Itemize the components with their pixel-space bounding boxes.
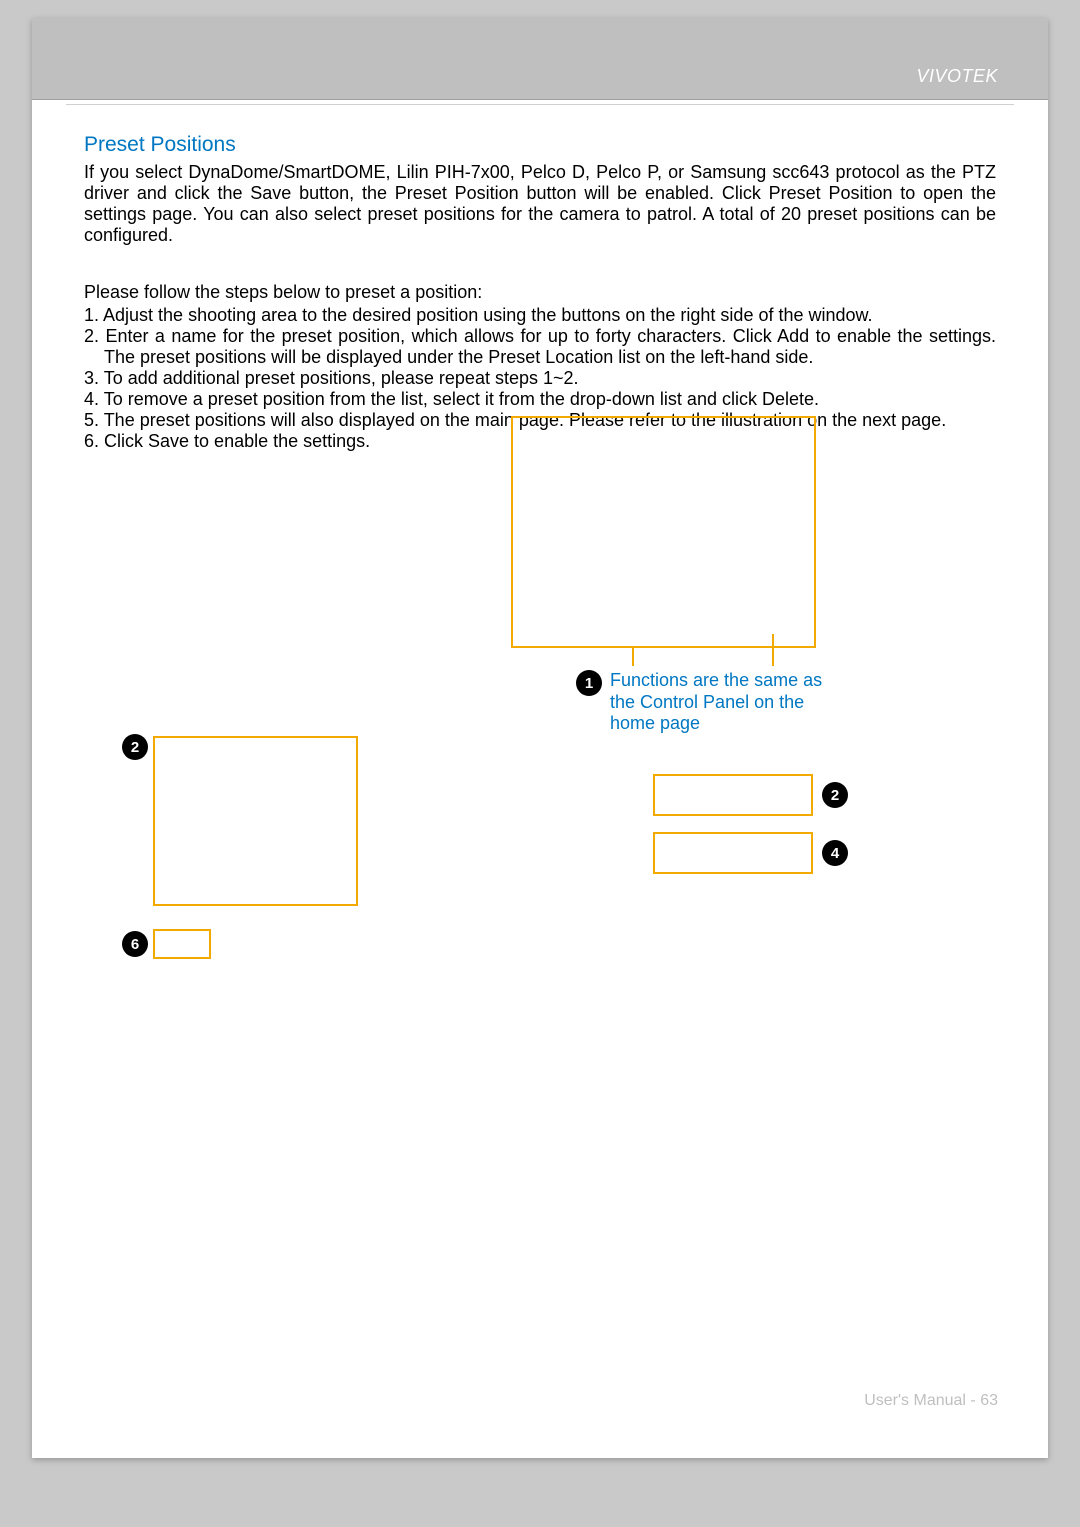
connector-line [632,648,634,666]
steps-intro: Please follow the steps below to preset … [84,282,996,303]
page-header-bar: VIVOTEK [32,18,1048,100]
list-item: 4. To remove a preset position from the … [84,389,996,410]
callout-badge-6: 6 [122,931,148,957]
brand-label: VIVOTEK [916,66,998,87]
section-title: Preset Positions [84,133,996,158]
callout-text-1: Functions are the same as the Control Pa… [610,670,850,735]
callout-badge-1: 1 [576,670,602,696]
highlight-box-name-add [653,774,813,816]
document-page: VIVOTEK Preset Positions If you select D… [32,18,1048,1458]
highlight-box-preset-list [153,736,358,906]
intro-paragraph: If you select DynaDome/SmartDOME, Lilin … [84,162,996,246]
highlight-box-save [153,929,211,959]
list-item: 2. Enter a name for the preset position,… [84,326,996,368]
list-item: 1. Adjust the shooting area to the desir… [84,305,996,326]
callout-badge-2-left: 2 [122,734,148,760]
connector-line [772,634,774,666]
list-item: 3. To add additional preset positions, p… [84,368,996,389]
callout-badge-2-right: 2 [822,782,848,808]
body-content: Preset Positions If you select DynaDome/… [32,105,1048,452]
annotation-diagram: 1 Functions are the same as the Control … [84,416,996,1348]
page-footer: User's Manual - 63 [864,1392,998,1410]
callout-badge-4: 4 [822,840,848,866]
highlight-box-preview [511,416,816,648]
highlight-box-select-delete [653,832,813,874]
